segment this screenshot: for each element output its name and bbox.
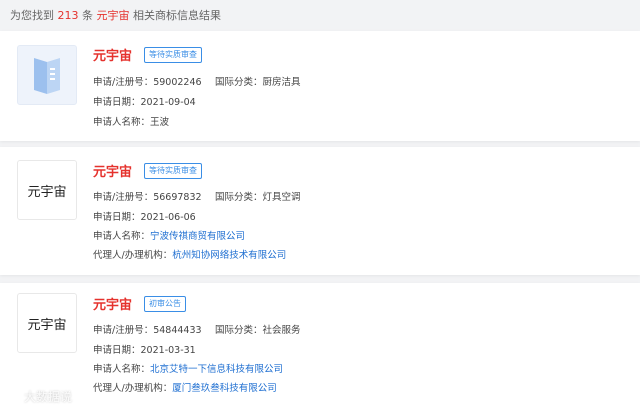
- reg-number: 54844433: [153, 325, 202, 336]
- registration-row: 申请/注册号：54844433 国际分类：社会服务: [93, 322, 301, 336]
- registration-row: 申请/注册号：56697832 国际分类：灯具空调: [93, 189, 301, 203]
- result-summary: 为您找到 213 条 元宇宙 相关商标信息结果: [10, 6, 221, 26]
- registration-row: 申请/注册号：59002246 国际分类：厨房洁具: [93, 74, 301, 88]
- reg-number: 56697832: [153, 192, 202, 203]
- reg-label: 申请/注册号：: [93, 192, 154, 203]
- date-value: 2021-09-04: [140, 97, 196, 108]
- trademark-logo[interactable]: [17, 45, 77, 105]
- class-value: 灯具空调: [262, 192, 301, 203]
- watermark-text: 大数据说: [24, 390, 73, 404]
- date-label: 申请日期：: [93, 345, 141, 356]
- reg-label: 申请/注册号：: [93, 325, 154, 336]
- trademark-card[interactable]: 元宇宙 元宇宙 等待实质审查 申请/注册号：56697832 国际分类：灯具空调…: [0, 147, 640, 275]
- class-label: 国际分类：: [215, 77, 263, 88]
- trademark-logo[interactable]: 元宇宙: [17, 293, 77, 353]
- agent-link[interactable]: 杭州知协网络技术有限公司: [172, 250, 286, 261]
- agent-label: 代理人/办理机构：: [93, 250, 173, 261]
- trademark-card[interactable]: 元宇宙 等待实质审查 申请/注册号：59002246 国际分类：厨房洁具 申请日…: [0, 31, 640, 141]
- date-row: 申请日期：2021-03-31: [93, 342, 196, 356]
- class-value: 社会服务: [262, 325, 301, 336]
- applicant-link[interactable]: 宁波传祺商贸有限公司: [150, 231, 245, 242]
- applicant-row: 申请人名称：北京艾特一下信息科技有限公司: [93, 361, 283, 375]
- class-label: 国际分类：: [215, 192, 263, 203]
- agent-label: 代理人/办理机构：: [93, 383, 173, 394]
- trademark-name[interactable]: 元宇宙: [93, 45, 132, 64]
- agent-row: 代理人/办理机构：厦门叁玖叁科技有限公司: [93, 380, 277, 394]
- agent-link[interactable]: 厦门叁玖叁科技有限公司: [172, 383, 277, 394]
- date-label: 申请日期：: [93, 97, 141, 108]
- applicant-row: 申请人名称：宁波传祺商贸有限公司: [93, 228, 245, 242]
- class-value: 厨房洁具: [262, 77, 301, 88]
- agent-row: 代理人/办理机构：杭州知协网络技术有限公司: [93, 247, 286, 261]
- class-label: 国际分类：: [215, 325, 263, 336]
- applicant-label: 申请人名称：: [93, 231, 151, 242]
- reg-number: 59002246: [153, 77, 202, 88]
- summary-suffix: 相关商标信息结果: [133, 9, 221, 22]
- applicant-label: 申请人名称：: [93, 364, 151, 375]
- applicant-value: 王波: [150, 117, 170, 128]
- status-badge: 等待实质审查: [144, 46, 203, 63]
- status-badge: 初审公告: [144, 295, 187, 312]
- summary-unit: 条: [82, 9, 93, 22]
- date-row: 申请日期：2021-09-04: [93, 94, 196, 108]
- status-badge: 等待实质审查: [144, 162, 203, 179]
- reg-label: 申请/注册号：: [93, 77, 154, 88]
- watermark: 大数据说: [6, 388, 72, 405]
- date-value: 2021-03-31: [140, 345, 196, 356]
- book-cover-icon: [34, 58, 60, 94]
- trademark-name[interactable]: 元宇宙: [93, 294, 132, 313]
- date-row: 申请日期：2021-06-06: [93, 209, 196, 223]
- applicant-label: 申请人名称：: [93, 117, 151, 128]
- date-value: 2021-06-06: [140, 212, 196, 223]
- search-keyword: 元宇宙: [96, 9, 130, 22]
- date-label: 申请日期：: [93, 212, 141, 223]
- result-count: 213: [57, 9, 79, 22]
- applicant-link[interactable]: 北京艾特一下信息科技有限公司: [150, 364, 283, 375]
- weibo-logo-icon: [6, 392, 19, 403]
- applicant-row: 申请人名称：王波: [93, 114, 169, 128]
- trademark-card[interactable]: 元宇宙 元宇宙 初审公告 申请/注册号：54844433 国际分类：社会服务 申…: [0, 283, 640, 411]
- summary-prefix: 为您找到: [10, 9, 54, 22]
- trademark-name[interactable]: 元宇宙: [93, 161, 132, 180]
- trademark-logo[interactable]: 元宇宙: [17, 160, 77, 220]
